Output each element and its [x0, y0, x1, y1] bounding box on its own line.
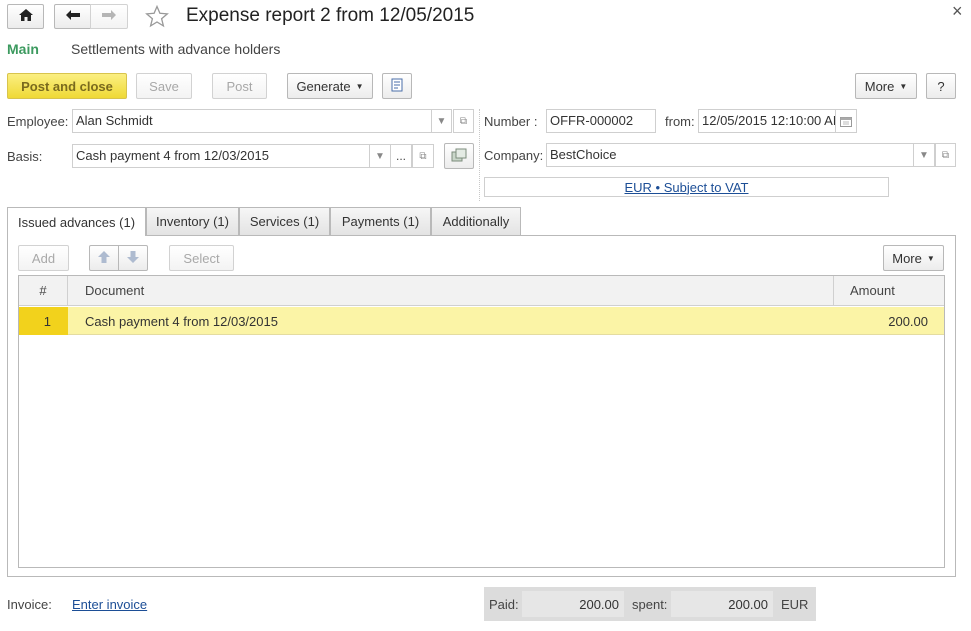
spent-label: spent: [632, 597, 668, 612]
column-header-document[interactable]: Document [68, 276, 834, 306]
post-and-close-button[interactable]: Post and close [7, 73, 127, 99]
dropdown-arrow-icon: ▼ [926, 253, 935, 263]
basis-dropdown[interactable]: ▼ [369, 144, 391, 168]
column-divider [479, 109, 480, 201]
employee-label: Employee: [7, 114, 69, 129]
help-button[interactable]: ? [926, 73, 956, 99]
more-label: More [892, 250, 922, 266]
generate-button[interactable]: Generate ▼ [287, 73, 373, 99]
tab-payments[interactable]: Payments (1) [330, 207, 431, 235]
home-icon [18, 8, 34, 25]
enter-invoice-link[interactable]: Enter invoice [72, 597, 147, 612]
nav-main[interactable]: Main [7, 41, 39, 57]
report-button[interactable] [382, 73, 412, 99]
generate-label: Generate [296, 78, 351, 94]
arrow-right-icon [101, 9, 117, 24]
company-field[interactable]: BestChoice [546, 143, 914, 167]
arrow-left-icon [65, 9, 81, 24]
number-label: Number : [484, 114, 538, 129]
company-label: Company: [484, 148, 544, 163]
row-amount-cell[interactable]: 200.00 [834, 314, 928, 329]
open-form-icon[interactable]: ⧉ [453, 109, 474, 133]
date-field[interactable]: 12/05/2015 12:10:00 AM [698, 109, 836, 133]
currency-label: EUR [781, 597, 809, 612]
tab-additionally[interactable]: Additionally [431, 207, 521, 235]
dropdown-arrow-icon: ▼ [355, 81, 364, 91]
currency-vat-box: EUR • Subject to VAT [484, 177, 889, 197]
open-form-icon[interactable]: ⧉ [412, 144, 434, 168]
row-document-cell[interactable]: Cash payment 4 from 12/03/2015 [85, 314, 278, 329]
basis-field[interactable]: Cash payment 4 from 12/03/2015 [72, 144, 370, 168]
move-up-button[interactable] [89, 245, 119, 271]
employee-field[interactable]: Alan Schmidt [72, 109, 432, 133]
paid-value: 200.00 [522, 591, 624, 617]
spent-value: 200.00 [671, 591, 773, 617]
number-field[interactable]: OFFR-000002 [546, 109, 656, 133]
page-title: Expense report 2 from 12/05/2015 [186, 5, 475, 26]
employee-dropdown[interactable]: ▼ [431, 109, 452, 133]
add-button[interactable]: Add [18, 245, 69, 271]
move-down-button[interactable] [118, 245, 148, 271]
post-button[interactable]: Post [212, 73, 267, 99]
calendar-icon[interactable] [835, 109, 857, 133]
star-icon[interactable] [145, 4, 169, 31]
tab-issued-advances[interactable]: Issued advances (1) [7, 207, 146, 236]
column-header-number[interactable]: # [19, 276, 68, 306]
open-form-icon[interactable]: ⧉ [935, 143, 956, 167]
tab-services[interactable]: Services (1) [239, 207, 330, 235]
back-button[interactable] [54, 4, 91, 29]
company-dropdown[interactable]: ▼ [913, 143, 935, 167]
home-button[interactable] [7, 4, 44, 29]
basis-select-button[interactable]: ... [390, 144, 412, 168]
row-number-cell[interactable]: 1 [19, 307, 68, 335]
column-header-amount[interactable]: Amount [834, 276, 944, 306]
select-button[interactable]: Select [169, 245, 234, 271]
invoice-label: Invoice: [7, 597, 52, 612]
currency-vat-link[interactable]: EUR • Subject to VAT [624, 180, 748, 195]
paid-label: Paid: [489, 597, 519, 612]
more-label: More [864, 78, 895, 94]
more-button[interactable]: More ▼ [855, 73, 917, 99]
report-icon [391, 78, 403, 95]
dropdown-arrow-icon: ▼ [899, 81, 908, 91]
save-button[interactable]: Save [136, 73, 192, 99]
arrow-up-icon [97, 250, 111, 267]
nav-settlements[interactable]: Settlements with advance holders [71, 41, 280, 57]
table-more-button[interactable]: More ▼ [883, 245, 944, 271]
from-label: from: [665, 114, 695, 129]
basis-label: Basis: [7, 149, 43, 164]
fill-button[interactable] [444, 143, 474, 169]
tab-inventory[interactable]: Inventory (1) [146, 207, 239, 235]
fill-icon [451, 148, 467, 165]
close-icon[interactable]: × [952, 1, 963, 22]
arrow-down-icon [126, 250, 140, 267]
forward-button[interactable] [90, 4, 128, 29]
